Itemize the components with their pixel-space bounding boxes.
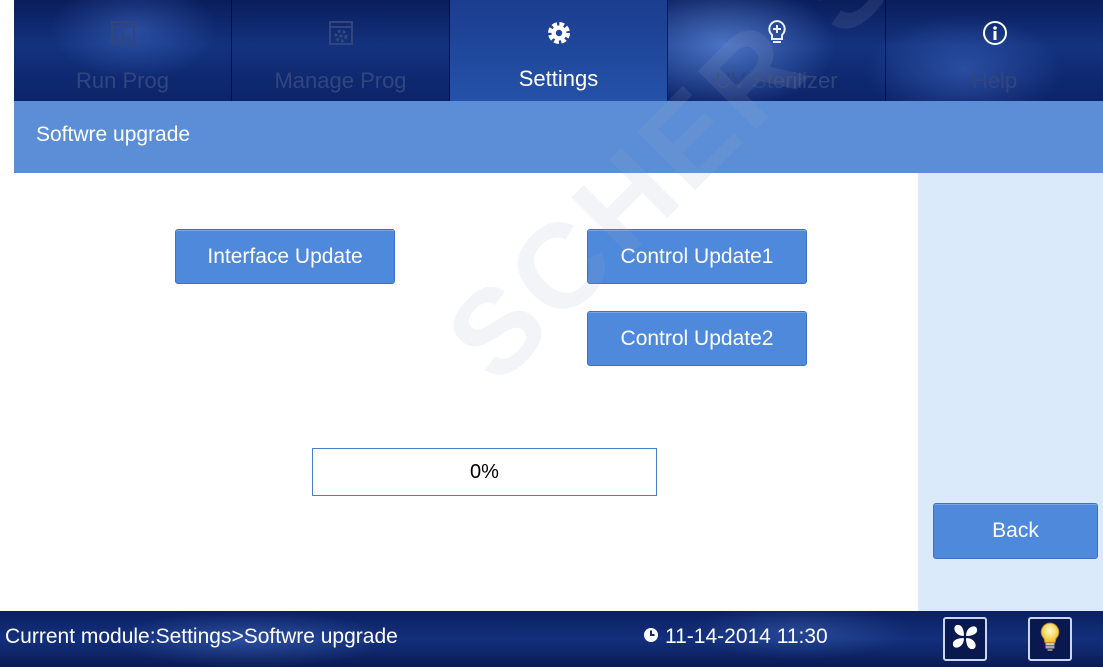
progress-text: 0% — [470, 460, 499, 483]
page-title: Softwre upgrade — [36, 123, 191, 146]
clock-icon — [643, 625, 659, 649]
light-button[interactable] — [1028, 617, 1072, 661]
bulb-plus-icon — [762, 18, 792, 48]
tab-run-prog[interactable]: Run Prog — [14, 0, 232, 101]
tab-help[interactable]: Help — [886, 0, 1103, 101]
info-icon — [980, 18, 1010, 48]
tab-label: Manage Prog — [274, 68, 407, 93]
control-update2-button[interactable]: Control Update2 — [587, 311, 807, 366]
current-module-text: Current module:Settings>Softwre upgrade — [5, 625, 398, 648]
tab-label: Settings — [518, 66, 599, 91]
tab-uv-sterilizer[interactable]: UV Sterilizer — [668, 0, 886, 101]
status-bar: Current module:Settings>Softwre upgrade … — [0, 611, 1103, 667]
interface-update-button[interactable]: Interface Update — [175, 229, 395, 284]
back-button[interactable]: Back — [933, 503, 1098, 559]
tab-manage-prog[interactable]: Manage Prog — [232, 0, 450, 101]
chart-icon — [108, 18, 138, 48]
tab-label: UV Sterilizer — [715, 68, 838, 93]
control-update1-button[interactable]: Control Update1 — [587, 229, 807, 284]
lightbulb-icon — [1038, 621, 1062, 658]
tab-label: Run Prog — [76, 68, 169, 93]
tab-settings[interactable]: Settings — [450, 0, 668, 101]
fan-icon — [950, 622, 980, 657]
upgrade-progress-box: 0% — [312, 448, 657, 496]
datetime-text: 11-14-2014 11:30 — [665, 625, 828, 648]
tab-label: Help — [971, 68, 1018, 93]
datetime-display: 11-14-2014 11:30 — [643, 625, 828, 649]
title-bar: Softwre upgrade — [14, 101, 1103, 173]
gear-icon — [544, 18, 574, 48]
fan-button[interactable] — [943, 617, 987, 661]
gear-box-icon — [326, 18, 356, 48]
top-nav: Run Prog Manage Prog Settings UV Sterili… — [14, 0, 1103, 101]
